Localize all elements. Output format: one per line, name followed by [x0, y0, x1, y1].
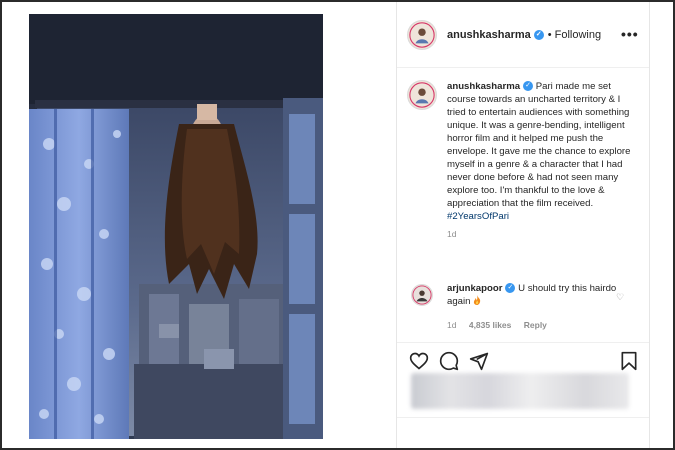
username-text[interactable]: anushkasharma: [447, 29, 531, 41]
divider: [397, 342, 649, 343]
more-options-icon[interactable]: •••: [621, 26, 639, 42]
heart-icon[interactable]: [409, 351, 429, 371]
comment-timestamp[interactable]: 1d: [447, 320, 456, 330]
verified-badge-icon: ✓: [533, 29, 544, 40]
bookmark-icon[interactable]: [619, 351, 639, 371]
comment-text: arjunkapoor ✓ U should try this hairdo ag…: [447, 282, 617, 308]
comment-username[interactable]: arjunkapoor: [447, 283, 502, 294]
comment-avatar[interactable]: [411, 284, 433, 306]
caption-body: Pari made me set course towards an uncha…: [447, 81, 631, 209]
panel-border: [649, 2, 650, 448]
media-column: [2, 2, 396, 448]
separator-dot: •: [547, 28, 552, 41]
column-divider: [396, 2, 397, 448]
comment-like-icon[interactable]: ♡: [616, 292, 624, 303]
verified-badge-icon: ✓: [523, 81, 534, 92]
caption-text: anushkasharma ✓ Pari made me set course t…: [447, 80, 637, 223]
avatar[interactable]: [407, 19, 437, 50]
following-button[interactable]: Following: [555, 29, 601, 41]
post-caption: anushkasharma ✓ Pari made me set course t…: [407, 80, 637, 239]
post-header: anushkasharma ✓ • Following •••: [397, 2, 649, 68]
comment-meta: 1d 4,835 likes Reply: [447, 320, 639, 330]
caption-timestamp[interactable]: 1d: [447, 229, 637, 239]
reply-button[interactable]: Reply: [524, 320, 547, 330]
action-bar: [407, 351, 639, 375]
comment-likes[interactable]: 4,835 likes: [469, 320, 512, 330]
send-icon[interactable]: [469, 351, 489, 371]
fire-icon: [474, 295, 481, 305]
caption-username[interactable]: anushkasharma: [447, 81, 520, 92]
divider: [397, 417, 649, 418]
post-image[interactable]: [29, 14, 323, 439]
post-username[interactable]: anushkasharma ✓: [447, 29, 544, 41]
caption-avatar[interactable]: [407, 80, 437, 110]
hashtag-link[interactable]: #2YearsOfPari: [447, 211, 509, 222]
verified-badge-icon: ✓: [505, 283, 516, 294]
comment-item: arjunkapoor ✓ U should try this hairdo ag…: [407, 282, 639, 330]
blurred-likes-area: [411, 373, 629, 409]
comment-icon[interactable]: [439, 351, 459, 371]
